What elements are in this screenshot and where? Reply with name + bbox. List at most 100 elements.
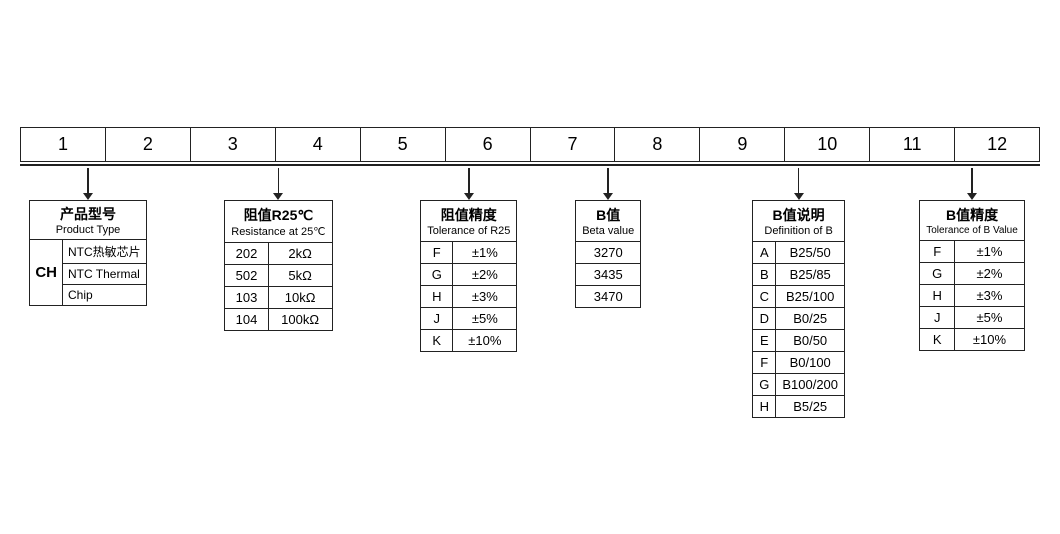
beta-en: Beta value — [582, 225, 634, 237]
num-1: 1 — [21, 128, 106, 161]
tol-b-val-3: ±5% — [955, 306, 1025, 328]
bdef-code-2: C — [753, 285, 776, 307]
bdef-cn: B值说明 — [759, 205, 838, 225]
beta-val-2: 3470 — [576, 285, 641, 307]
tol-r25-val-3: ±5% — [453, 307, 517, 329]
num-3: 3 — [191, 128, 276, 161]
res-val-2: 10kΩ — [268, 286, 332, 308]
res-val-0: 2kΩ — [268, 242, 332, 264]
arrow-line-tol-r25 — [468, 168, 470, 193]
bdef-val-5: B0/100 — [776, 351, 845, 373]
beta-val-1: 3435 — [576, 263, 641, 285]
bdef-val-1: B25/85 — [776, 263, 845, 285]
arrow-head-bdef — [794, 193, 804, 200]
bdef-val-0: B25/50 — [776, 241, 845, 263]
chip-en-1: NTC Thermal — [63, 263, 147, 284]
tol-b-code-4: K — [920, 328, 955, 350]
tol-r25-code-0: F — [421, 241, 453, 263]
res-code-0: 202 — [225, 242, 268, 264]
num-4: 4 — [276, 128, 361, 161]
num-12: 12 — [955, 128, 1039, 161]
tol-b-code-2: H — [920, 284, 955, 306]
resistance-en: Resistance at 25℃ — [231, 225, 325, 238]
arrow-head-product — [83, 193, 93, 200]
arrow-head-tol-b — [967, 193, 977, 200]
res-val-1: 5kΩ — [268, 264, 332, 286]
tol-b-val-2: ±3% — [955, 284, 1025, 306]
tol-r25-cn: 阻值精度 — [427, 205, 510, 225]
resistance-table: 阻值R25℃ Resistance at 25℃ 2022kΩ 5025kΩ 1… — [224, 200, 332, 331]
ch-label: CH — [30, 239, 63, 305]
arrow-line-bdef — [798, 168, 800, 193]
num-11: 11 — [870, 128, 955, 161]
number-row: 1 2 3 4 5 6 7 8 9 10 11 12 — [20, 127, 1040, 162]
bdef-val-4: B0/50 — [776, 329, 845, 351]
chip-en-2: Chip — [63, 284, 147, 305]
arrow-line-resistance — [278, 168, 280, 193]
tol-b-code-1: G — [920, 262, 955, 284]
arrow-head-resistance — [273, 193, 283, 200]
section-b-definition: B值说明 Definition of B AB25/50 BB25/85 CB2… — [714, 168, 884, 418]
bdef-code-6: G — [753, 373, 776, 395]
spacer-4 — [884, 168, 904, 418]
spacer-2 — [380, 168, 400, 418]
section-tolerance-r25: 阻值精度 Tolerance of R25 F±1% G±2% H±3% J±5… — [401, 168, 537, 418]
spacer-1 — [156, 168, 176, 418]
tol-r25-code-3: J — [421, 307, 453, 329]
tolerance-b-table: B值精度 Tolerance of B Value F±1% G±2% H±3%… — [919, 200, 1025, 351]
num-8: 8 — [615, 128, 700, 161]
tol-r25-val-0: ±1% — [453, 241, 517, 263]
bdef-val-7: B5/25 — [776, 395, 845, 417]
tol-r25-code-1: G — [421, 263, 453, 285]
tol-b-code-0: F — [920, 240, 955, 262]
section-product-type: 产品型号 Product Type CH NTC热敏芯片 NTC Thermal… — [20, 168, 156, 418]
spacer-col9 — [659, 168, 713, 418]
tol-b-code-3: J — [920, 306, 955, 328]
b-definition-table: B值说明 Definition of B AB25/50 BB25/85 CB2… — [752, 200, 845, 418]
arrow-head-tol-r25 — [464, 193, 474, 200]
section-beta: B值 Beta value 3270 3435 3470 — [557, 168, 659, 418]
tol-b-en: Tolerance of B Value — [926, 225, 1018, 236]
tol-b-cn: B值精度 — [926, 205, 1018, 225]
bdef-val-2: B25/100 — [776, 285, 845, 307]
tol-r25-val-4: ±10% — [453, 329, 517, 351]
bdef-code-7: H — [753, 395, 776, 417]
tol-r25-code-2: H — [421, 285, 453, 307]
num-7: 7 — [531, 128, 616, 161]
bdef-en: Definition of B — [759, 225, 838, 237]
section-resistance: 阻值R25℃ Resistance at 25℃ 2022kΩ 5025kΩ 1… — [176, 168, 380, 418]
tolerance-r25-table: 阻值精度 Tolerance of R25 F±1% G±2% H±3% J±5… — [420, 200, 517, 352]
tol-r25-code-4: K — [421, 329, 453, 351]
bdef-val-6: B100/200 — [776, 373, 845, 395]
tol-r25-en: Tolerance of R25 — [427, 225, 510, 237]
arrow-line-tol-b — [971, 168, 973, 193]
tol-b-val-1: ±2% — [955, 262, 1025, 284]
bdef-code-4: E — [753, 329, 776, 351]
bdef-code-1: B — [753, 263, 776, 285]
section-tolerance-b: B值精度 Tolerance of B Value F±1% G±2% H±3%… — [904, 168, 1040, 418]
diagram: 1 2 3 4 5 6 7 8 9 10 11 12 产品型号 Product … — [20, 117, 1040, 418]
chip-cn: NTC热敏芯片 — [63, 239, 147, 263]
num-2: 2 — [106, 128, 191, 161]
separator-line — [20, 164, 1040, 166]
beta-table: B值 Beta value 3270 3435 3470 — [575, 200, 641, 308]
bdef-val-3: B0/25 — [776, 307, 845, 329]
arrow-line-beta — [607, 168, 609, 193]
product-type-cn: 产品型号 — [35, 204, 140, 224]
bdef-code-0: A — [753, 241, 776, 263]
num-9: 9 — [700, 128, 785, 161]
arrow-line-product — [87, 168, 89, 193]
product-type-en: Product Type — [35, 224, 140, 236]
res-code-1: 502 — [225, 264, 268, 286]
num-10: 10 — [785, 128, 870, 161]
spacer-3 — [537, 168, 557, 418]
num-6: 6 — [446, 128, 531, 161]
res-val-3: 100kΩ — [268, 308, 332, 330]
res-code-2: 103 — [225, 286, 268, 308]
res-code-3: 104 — [225, 308, 268, 330]
num-5: 5 — [361, 128, 446, 161]
tol-r25-val-2: ±3% — [453, 285, 517, 307]
beta-cn: B值 — [582, 205, 634, 225]
tol-b-val-4: ±10% — [955, 328, 1025, 350]
arrow-head-beta — [603, 193, 613, 200]
